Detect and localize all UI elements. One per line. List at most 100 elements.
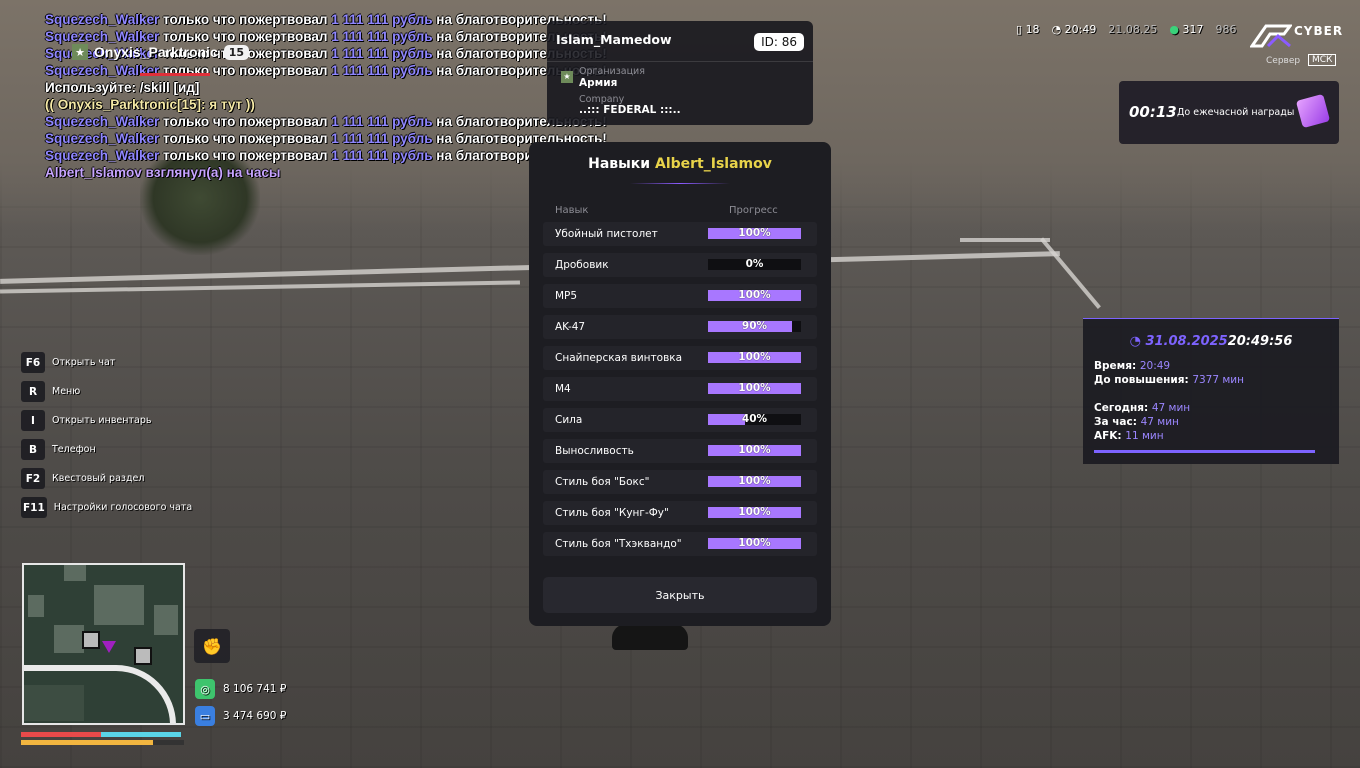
map-marker — [82, 631, 100, 649]
hotkey-label: Квестовый раздел — [52, 473, 145, 484]
skill-name: MP5 — [555, 290, 578, 302]
column-header-progress: Прогресс — [729, 205, 778, 216]
title-underline — [630, 183, 730, 184]
playtime-panel: ◔ 31.08.202520:49:56 Время: 20:49 До пов… — [1083, 318, 1339, 464]
skill-row: M4 100% — [543, 377, 817, 401]
skill-progress-bar: 100% — [708, 538, 801, 549]
skill-percent: 100% — [738, 289, 771, 301]
skill-percent: 100% — [738, 506, 771, 518]
hotkey-item[interactable]: F11 Настройки голосового чата — [21, 497, 192, 518]
hotkey-item[interactable]: F2 Квестовый раздел — [21, 468, 192, 489]
player-info-name: Islam_Mamedow — [556, 32, 672, 47]
brand-logo: CYBER Сервер МСК — [1250, 20, 1346, 72]
hotkey-key: B — [21, 439, 45, 460]
skill-progress-bar: 40% — [708, 414, 801, 425]
skill-percent: 100% — [738, 444, 771, 456]
nametag-health-bar — [140, 73, 210, 76]
skill-percent: 100% — [738, 537, 771, 549]
hotkey-label: Настройки голосового чата — [53, 502, 193, 513]
status-bar: ▯ 18 ◔ 20:49 21.08.25 ● 317 986 — [1016, 23, 1236, 36]
cash-icon: ◎ — [195, 679, 215, 699]
fist-weapon-icon[interactable]: ✊ — [194, 629, 230, 663]
skill-name: Снайперская винтовка — [555, 352, 683, 364]
chat-line: Squezech_Walker только что пожертвовал 1… — [45, 114, 607, 129]
skills-player-name: Albert_Islamov — [655, 156, 772, 172]
skill-progress-bar: 100% — [708, 445, 801, 456]
chat-line: Используйте: /skill [ид] — [45, 80, 200, 95]
map-building — [54, 625, 84, 653]
hunger-bar — [21, 740, 153, 745]
datetime: ◔ 31.08.202520:49:56 — [1129, 334, 1293, 349]
hotkey-key: I — [21, 410, 45, 431]
health-bar — [21, 732, 101, 737]
map-road — [24, 665, 176, 723]
hotkey-item[interactable]: R Меню — [21, 381, 192, 402]
skills-modal: Навыки Albert_Islamov Навык Прогресс Убо… — [529, 142, 831, 626]
online-count: ● 317 — [1169, 23, 1204, 36]
skill-row: AK-47 90% — [543, 315, 817, 339]
playtime-progress — [1094, 450, 1315, 453]
chat-line: Squezech_Walker только что пожертвовал 1… — [45, 148, 607, 163]
map-building — [28, 595, 44, 617]
hotkey-item[interactable]: F6 Открыть чат — [21, 352, 192, 373]
star-icon: ★ — [72, 44, 88, 60]
map-building — [94, 585, 144, 625]
skill-row: Снайперская винтовка 100% — [543, 346, 817, 370]
chat-line: Squezech_Walker только что пожертвовал 1… — [45, 12, 607, 27]
org-value: Армия — [579, 77, 618, 89]
org-label: Организация — [579, 66, 645, 77]
skill-percent: 40% — [741, 413, 768, 425]
skill-progress-bar: 100% — [708, 476, 801, 487]
hunger-bar-empty — [153, 740, 184, 745]
reward-timer: 00:13 — [1129, 103, 1177, 121]
brand-name: CYBER — [1294, 24, 1344, 38]
skill-row: Стиль боя "Бокс" 100% — [543, 470, 817, 494]
armor-bar — [101, 732, 181, 737]
player-info-card: Islam_Mamedow ID: 86 ★ Организация Армия… — [547, 21, 813, 125]
bank-value: 3 474 690 ₽ — [223, 710, 287, 722]
chat-log: Squezech_Walker только что пожертвовал 1… — [45, 11, 607, 181]
skill-progress-bar: 100% — [708, 352, 801, 363]
skill-percent: 90% — [741, 320, 768, 332]
close-button[interactable]: Закрыть — [543, 577, 817, 613]
hotkey-key: R — [21, 381, 45, 402]
chat-line: Squezech_Walker только что пожертвовал 1… — [45, 63, 607, 78]
playtime-row: Время: 20:49 — [1094, 360, 1171, 372]
skill-percent: 100% — [738, 475, 771, 487]
skill-row: Дробовик 0% — [543, 253, 817, 277]
brand-logo-icon — [1250, 24, 1292, 48]
skill-progress-bar: 100% — [708, 507, 801, 518]
road-marking — [0, 280, 520, 294]
skill-name: AK-47 — [555, 321, 586, 333]
skill-name: Выносливость — [555, 445, 634, 457]
chat-line: (( Onyxis_Parktronic[15]: я тут )) — [45, 97, 255, 112]
skill-name: Сила — [555, 414, 583, 426]
skill-row: Выносливость 100% — [543, 439, 817, 463]
player-nametag: ★ Onyxis_Parktronic 15 — [72, 44, 250, 60]
time-value: 20:49:56 — [1227, 334, 1293, 349]
hotkey-item[interactable]: I Открыть инвентарь — [21, 410, 192, 431]
skill-name: Стиль боя "Тхэквандо" — [555, 538, 682, 550]
divider — [547, 61, 813, 62]
hotkey-label: Открыть инвентарь — [52, 415, 152, 426]
skill-name: Стиль боя "Кунг-Фу" — [555, 507, 669, 519]
skill-progress-bar: 90% — [708, 321, 801, 332]
hotkey-item[interactable]: B Телефон — [21, 439, 192, 460]
skill-name: Дробовик — [555, 259, 609, 271]
playtime-row: AFK: 11 мин — [1094, 430, 1164, 442]
playtime-row: За час: 47 мин — [1094, 416, 1179, 428]
playtime-row: Сегодня: 47 мин — [1094, 402, 1191, 414]
server-label: Сервер — [1266, 56, 1301, 66]
hotkey-label: Меню — [52, 386, 81, 397]
map-building — [154, 605, 178, 635]
hotkey-key: F6 — [21, 352, 45, 373]
skill-row: Убойный пистолет 100% — [543, 222, 817, 246]
date-dim: 21.08.25 — [1108, 23, 1158, 36]
chat-line: Squezech_Walker только что пожертвовал 1… — [45, 131, 607, 146]
cash-value: 8 106 741 ₽ — [223, 683, 287, 695]
skill-percent: 100% — [738, 382, 771, 394]
player-character — [612, 624, 688, 650]
skill-progress-bar: 0% — [708, 259, 801, 270]
map-building — [64, 565, 86, 581]
nametag-name: Onyxis_Parktronic — [94, 44, 218, 60]
